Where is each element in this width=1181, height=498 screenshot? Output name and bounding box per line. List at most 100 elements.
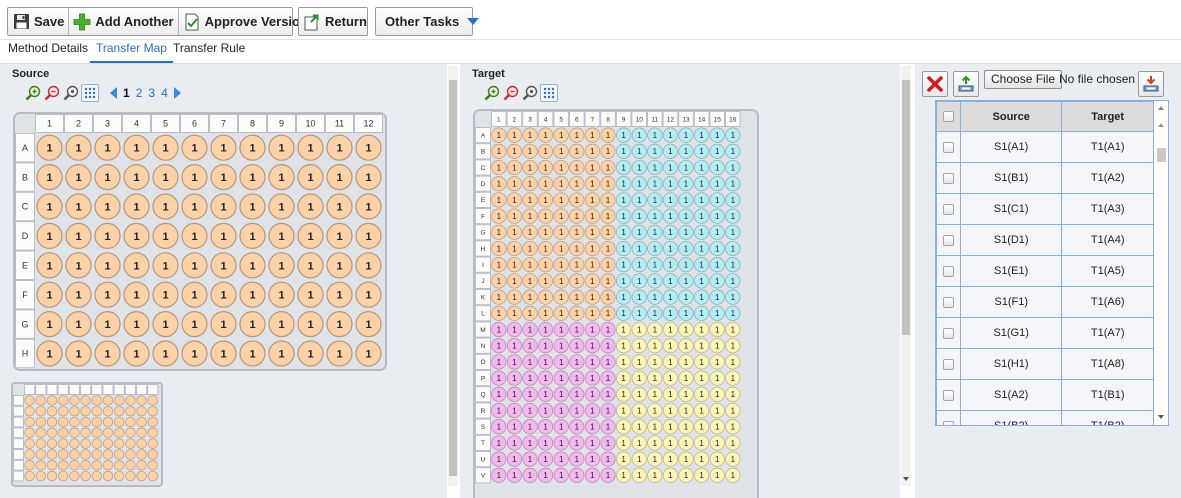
well[interactable]: 1 [491,305,507,321]
well[interactable]: 1 [694,467,710,483]
well[interactable]: 1 [506,419,522,435]
well[interactable]: 1 [123,252,150,279]
well[interactable]: 1 [326,222,353,250]
well[interactable]: 1 [709,402,725,419]
well[interactable]: 1 [506,354,522,370]
well[interactable]: 1 [538,402,554,419]
well[interactable]: 1 [631,240,647,257]
well[interactable] [80,438,91,449]
well[interactable]: 1 [631,289,647,305]
well[interactable]: 1 [506,159,522,176]
well[interactable]: 1 [584,273,600,289]
well[interactable]: 1 [152,193,179,220]
well[interactable]: 1 [662,289,678,305]
row-header[interactable] [13,459,24,471]
well[interactable]: 1 [709,176,725,192]
well[interactable]: 1 [522,321,538,338]
well[interactable] [35,460,46,471]
well[interactable]: 1 [616,257,632,273]
well[interactable]: 1 [678,435,694,451]
column-header[interactable]: 6 [180,114,209,133]
well[interactable] [80,460,91,471]
row-header[interactable]: V [475,467,491,484]
well[interactable] [147,427,158,438]
well[interactable]: 1 [616,402,632,419]
well[interactable] [46,460,58,471]
well[interactable]: 1 [506,435,522,451]
well[interactable]: 1 [678,386,694,402]
well[interactable] [24,449,35,460]
well[interactable] [58,406,69,417]
well[interactable]: 1 [709,451,725,467]
well[interactable]: 1 [709,289,725,305]
well[interactable] [114,406,125,417]
well[interactable]: 1 [709,467,725,483]
well[interactable]: 1 [709,435,725,451]
column-header[interactable]: 13 [678,111,694,127]
well[interactable]: 1 [569,386,585,402]
well[interactable] [91,449,102,460]
well[interactable]: 1 [647,143,663,159]
well[interactable]: 1 [491,419,507,435]
import-button[interactable] [1138,71,1164,97]
well[interactable]: 1 [491,143,507,159]
well[interactable]: 1 [678,467,694,483]
well[interactable]: 1 [491,354,507,370]
well[interactable] [147,449,158,460]
well[interactable]: 1 [491,402,507,419]
well[interactable]: 1 [647,354,663,370]
well[interactable]: 1 [522,289,538,305]
well[interactable] [91,427,102,438]
well[interactable]: 1 [616,435,632,451]
well[interactable]: 1 [491,257,507,273]
column-header[interactable]: 8 [238,114,267,133]
well[interactable]: 1 [631,305,647,321]
row-header[interactable]: K [475,289,491,306]
well[interactable]: 1 [725,321,741,338]
well[interactable]: 1 [709,240,725,257]
column-header[interactable]: 16 [725,111,741,127]
well[interactable]: 1 [678,321,694,338]
zoom-in-icon[interactable] [24,84,42,102]
well[interactable]: 1 [491,467,507,483]
well[interactable] [136,416,147,428]
well[interactable]: 1 [94,193,121,220]
well[interactable]: 1 [725,338,741,354]
well[interactable]: 1 [569,143,585,159]
well[interactable]: 1 [647,402,663,419]
well[interactable]: 1 [647,467,663,483]
well[interactable]: 1 [709,321,725,338]
other-tasks-dropdown[interactable]: Other Tasks [376,8,483,35]
well[interactable]: 1 [725,289,741,305]
well[interactable] [136,406,147,417]
well[interactable]: 1 [491,192,507,208]
table-row[interactable]: S1(B1) T1(A2) [936,162,1154,194]
well[interactable]: 1 [678,338,694,354]
well[interactable]: 1 [181,163,208,191]
well[interactable]: 1 [181,134,208,161]
well[interactable]: 1 [239,252,266,279]
column-header[interactable]: 12 [354,114,383,133]
well[interactable]: 1 [616,176,632,192]
column-header[interactable] [124,384,137,395]
well[interactable]: 1 [616,127,632,143]
well[interactable] [35,406,46,417]
well[interactable] [24,470,35,482]
well[interactable]: 1 [297,222,324,250]
well[interactable] [147,406,158,417]
well[interactable]: 1 [631,386,647,402]
column-header[interactable] [136,384,148,395]
well[interactable]: 1 [569,402,585,419]
well[interactable]: 1 [65,340,92,367]
well[interactable]: 1 [600,354,616,370]
well[interactable]: 1 [584,127,600,143]
return-button[interactable]: Return [299,8,371,35]
well[interactable]: 1 [647,321,663,338]
well[interactable]: 1 [600,289,616,305]
row-header[interactable] [13,416,24,428]
well[interactable] [114,395,125,406]
well[interactable]: 1 [600,224,616,240]
well[interactable]: 1 [553,143,569,159]
well[interactable] [147,416,158,428]
well[interactable]: 1 [694,289,710,305]
